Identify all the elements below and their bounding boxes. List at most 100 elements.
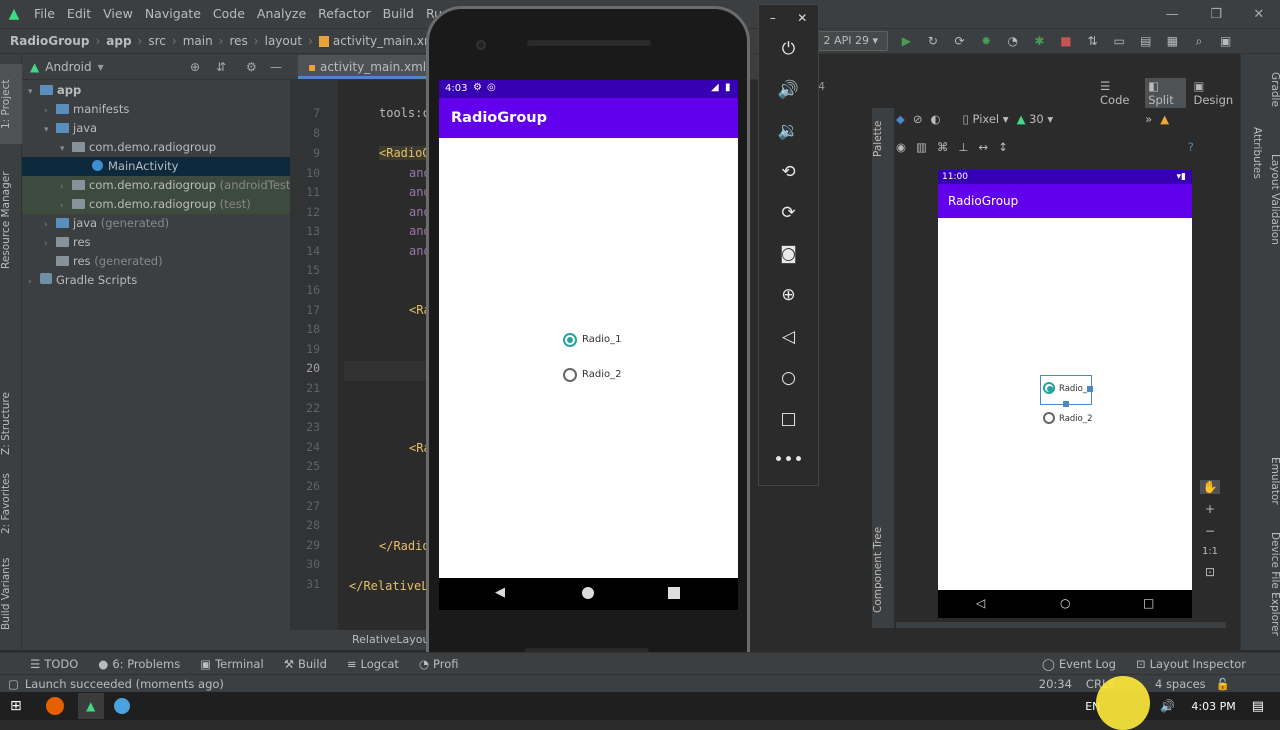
radio-button-2[interactable] [563, 368, 577, 382]
indent-setting[interactable]: 4 spaces [1155, 677, 1206, 691]
minimize-icon[interactable]: – [770, 11, 776, 25]
menu-code[interactable]: Code [207, 0, 251, 28]
tab-gradle[interactable]: Gradle [1259, 64, 1280, 114]
zoom-fit-icon[interactable]: ⊡ [1205, 565, 1215, 579]
mode-code[interactable]: ☰ Code [1100, 79, 1137, 107]
tab-project[interactable]: 1: Project [0, 64, 22, 144]
tool-problems[interactable]: ● 6: Problems [98, 657, 180, 671]
close-icon[interactable]: ✕ [1253, 7, 1264, 22]
preview-radio-1[interactable] [1043, 382, 1055, 394]
firefox-icon[interactable] [45, 697, 64, 715]
attach-debugger-icon[interactable]: ✱ [1029, 30, 1050, 52]
search-everywhere-icon[interactable]: ⌕ [1189, 30, 1210, 52]
tool-layout-inspector[interactable]: ⊡ Layout Inspector [1136, 657, 1246, 671]
app-taskbar-icon[interactable] [113, 698, 130, 714]
zoom-actual-button[interactable]: 1:1 [1202, 546, 1218, 557]
rotate-right-icon[interactable]: ⟳ [759, 198, 818, 228]
sdk-manager-icon[interactable]: ▤ [1135, 30, 1156, 52]
menu-edit[interactable]: Edit [61, 0, 97, 28]
clock[interactable]: 4:03 PM [1191, 700, 1235, 713]
expand-icon[interactable]: » [1145, 112, 1152, 126]
tab-resource-manager[interactable]: Resource Manager [0, 150, 22, 290]
back-icon[interactable]: ◁ [759, 322, 818, 352]
home-icon[interactable]: ○ [759, 363, 818, 393]
menu-navigate[interactable]: Navigate [139, 0, 207, 28]
horizontal-scrollbar[interactable] [896, 622, 1226, 628]
tab-component-tree[interactable]: Component Tree [872, 520, 894, 620]
tool-terminal[interactable]: ▣ Terminal [200, 657, 263, 671]
theme-icon[interactable]: ◐ [931, 112, 941, 126]
layers-icon[interactable]: ◆ [896, 112, 905, 126]
apply-code-icon[interactable]: ⟳ [949, 30, 970, 52]
tab-structure[interactable]: Z: Structure [0, 374, 22, 474]
locate-icon[interactable]: ⊕ [190, 60, 200, 74]
mode-split[interactable]: ◧ Split [1145, 78, 1186, 108]
device-selector[interactable]: l 2 API 29 ▾ [812, 31, 888, 51]
close-icon[interactable]: ✕ [797, 11, 807, 25]
tab-build-variants[interactable]: Build Variants [0, 554, 22, 634]
emulator-screen[interactable] [439, 80, 738, 578]
eye-icon[interactable]: ◉ [896, 140, 906, 154]
tab-emulator[interactable]: Emulator [1259, 446, 1280, 516]
menu-file[interactable]: File [28, 0, 61, 28]
nav-home-icon[interactable] [582, 587, 594, 599]
resize-handle-right[interactable] [1087, 386, 1093, 392]
pan-icon[interactable]: ✋ [1199, 480, 1221, 494]
lock-icon[interactable]: 🔓 [1216, 677, 1230, 691]
tool-profiler[interactable]: ◔ Profi [419, 657, 459, 671]
breadcrumb-app[interactable]: app [106, 34, 131, 48]
project-view-selector[interactable]: Android [45, 60, 91, 74]
collapse-icon[interactable]: ⇵ [216, 60, 226, 74]
tree-item-res[interactable]: › res [22, 233, 290, 252]
overview-icon[interactable]: □ [759, 404, 818, 434]
android-studio-taskbar-icon[interactable]: ▲ [77, 693, 104, 719]
nav-back-icon[interactable]: ◀ [495, 585, 505, 600]
sync-icon[interactable]: ⇅ [1082, 30, 1103, 52]
profile-icon[interactable]: ◔ [1002, 30, 1023, 52]
tree-item-package-test[interactable]: › com.demo.radiogroup (test) [22, 195, 290, 214]
power-icon[interactable]: ⏻ [759, 34, 818, 64]
radio-label-1[interactable]: Radio_1 [582, 334, 621, 345]
notifications-icon[interactable]: ▤ [1252, 699, 1264, 714]
tree-item-app[interactable]: ▾ app [22, 81, 290, 100]
debug-icon[interactable]: ✹ [976, 30, 997, 52]
gear-icon[interactable]: ⚙ [246, 60, 257, 74]
project-structure-icon[interactable]: ▦ [1162, 30, 1183, 52]
apply-changes-icon[interactable]: ↻ [923, 30, 944, 52]
tree-item-mainactivity[interactable]: MainActivity [22, 157, 290, 176]
horizontal-resize-icon[interactable]: ↔ [978, 140, 988, 154]
constraints-icon[interactable]: ⌘ [937, 140, 949, 154]
tree-item-res-generated[interactable]: res (generated) [22, 252, 290, 271]
tool-event-log[interactable]: ◯ Event Log [1042, 657, 1116, 671]
minimize-icon[interactable]: — [1166, 7, 1179, 22]
tree-item-java-generated[interactable]: › java (generated) [22, 214, 290, 233]
radio-label-2[interactable]: Radio_2 [582, 369, 621, 380]
run-icon[interactable]: ▶ [896, 30, 917, 52]
menu-refactor[interactable]: Refactor [312, 0, 376, 28]
breadcrumb-file[interactable]: activity_main.xml [333, 34, 439, 48]
camera-icon[interactable]: ◙ [759, 239, 818, 269]
tree-item-gradle-scripts[interactable]: › Gradle Scripts [22, 271, 290, 290]
tool-build[interactable]: ⚒ Build [284, 657, 327, 671]
vertical-resize-icon[interactable]: ↕ [998, 140, 1008, 154]
tab-layout-validation[interactable]: Layout Validation [1259, 134, 1280, 264]
breadcrumb-main[interactable]: main [183, 34, 213, 48]
resize-handle[interactable] [1063, 401, 1069, 407]
speaker-icon[interactable]: 🔊 [1160, 699, 1175, 713]
breadcrumb-res[interactable]: res [229, 34, 247, 48]
windows-start-icon[interactable]: ⊞ [10, 698, 22, 714]
tree-item-package[interactable]: ▾ com.demo.radiogroup [22, 138, 290, 157]
zoom-in-icon[interactable]: + [1205, 502, 1215, 516]
tree-item-manifests[interactable]: › manifests [22, 100, 290, 119]
margin-icon[interactable]: ⊥ [958, 140, 968, 154]
menu-build[interactable]: Build [377, 0, 420, 28]
device-dropdown[interactable]: ▯ Pixel ▾ [963, 112, 1009, 126]
orientation-icon[interactable]: ⊘ [913, 112, 923, 126]
rotate-left-icon[interactable]: ⟲ [759, 157, 818, 187]
tree-item-package-androidtest[interactable]: › com.demo.radiogroup (androidTest) [22, 176, 295, 195]
caret-position[interactable]: 20:34 [1039, 677, 1072, 691]
settings-icon[interactable]: ▣ [1215, 30, 1236, 52]
volume-down-icon[interactable]: 🔉 [759, 116, 818, 146]
menu-view[interactable]: View [97, 0, 139, 28]
tree-item-java[interactable]: ▾ java [22, 119, 290, 138]
